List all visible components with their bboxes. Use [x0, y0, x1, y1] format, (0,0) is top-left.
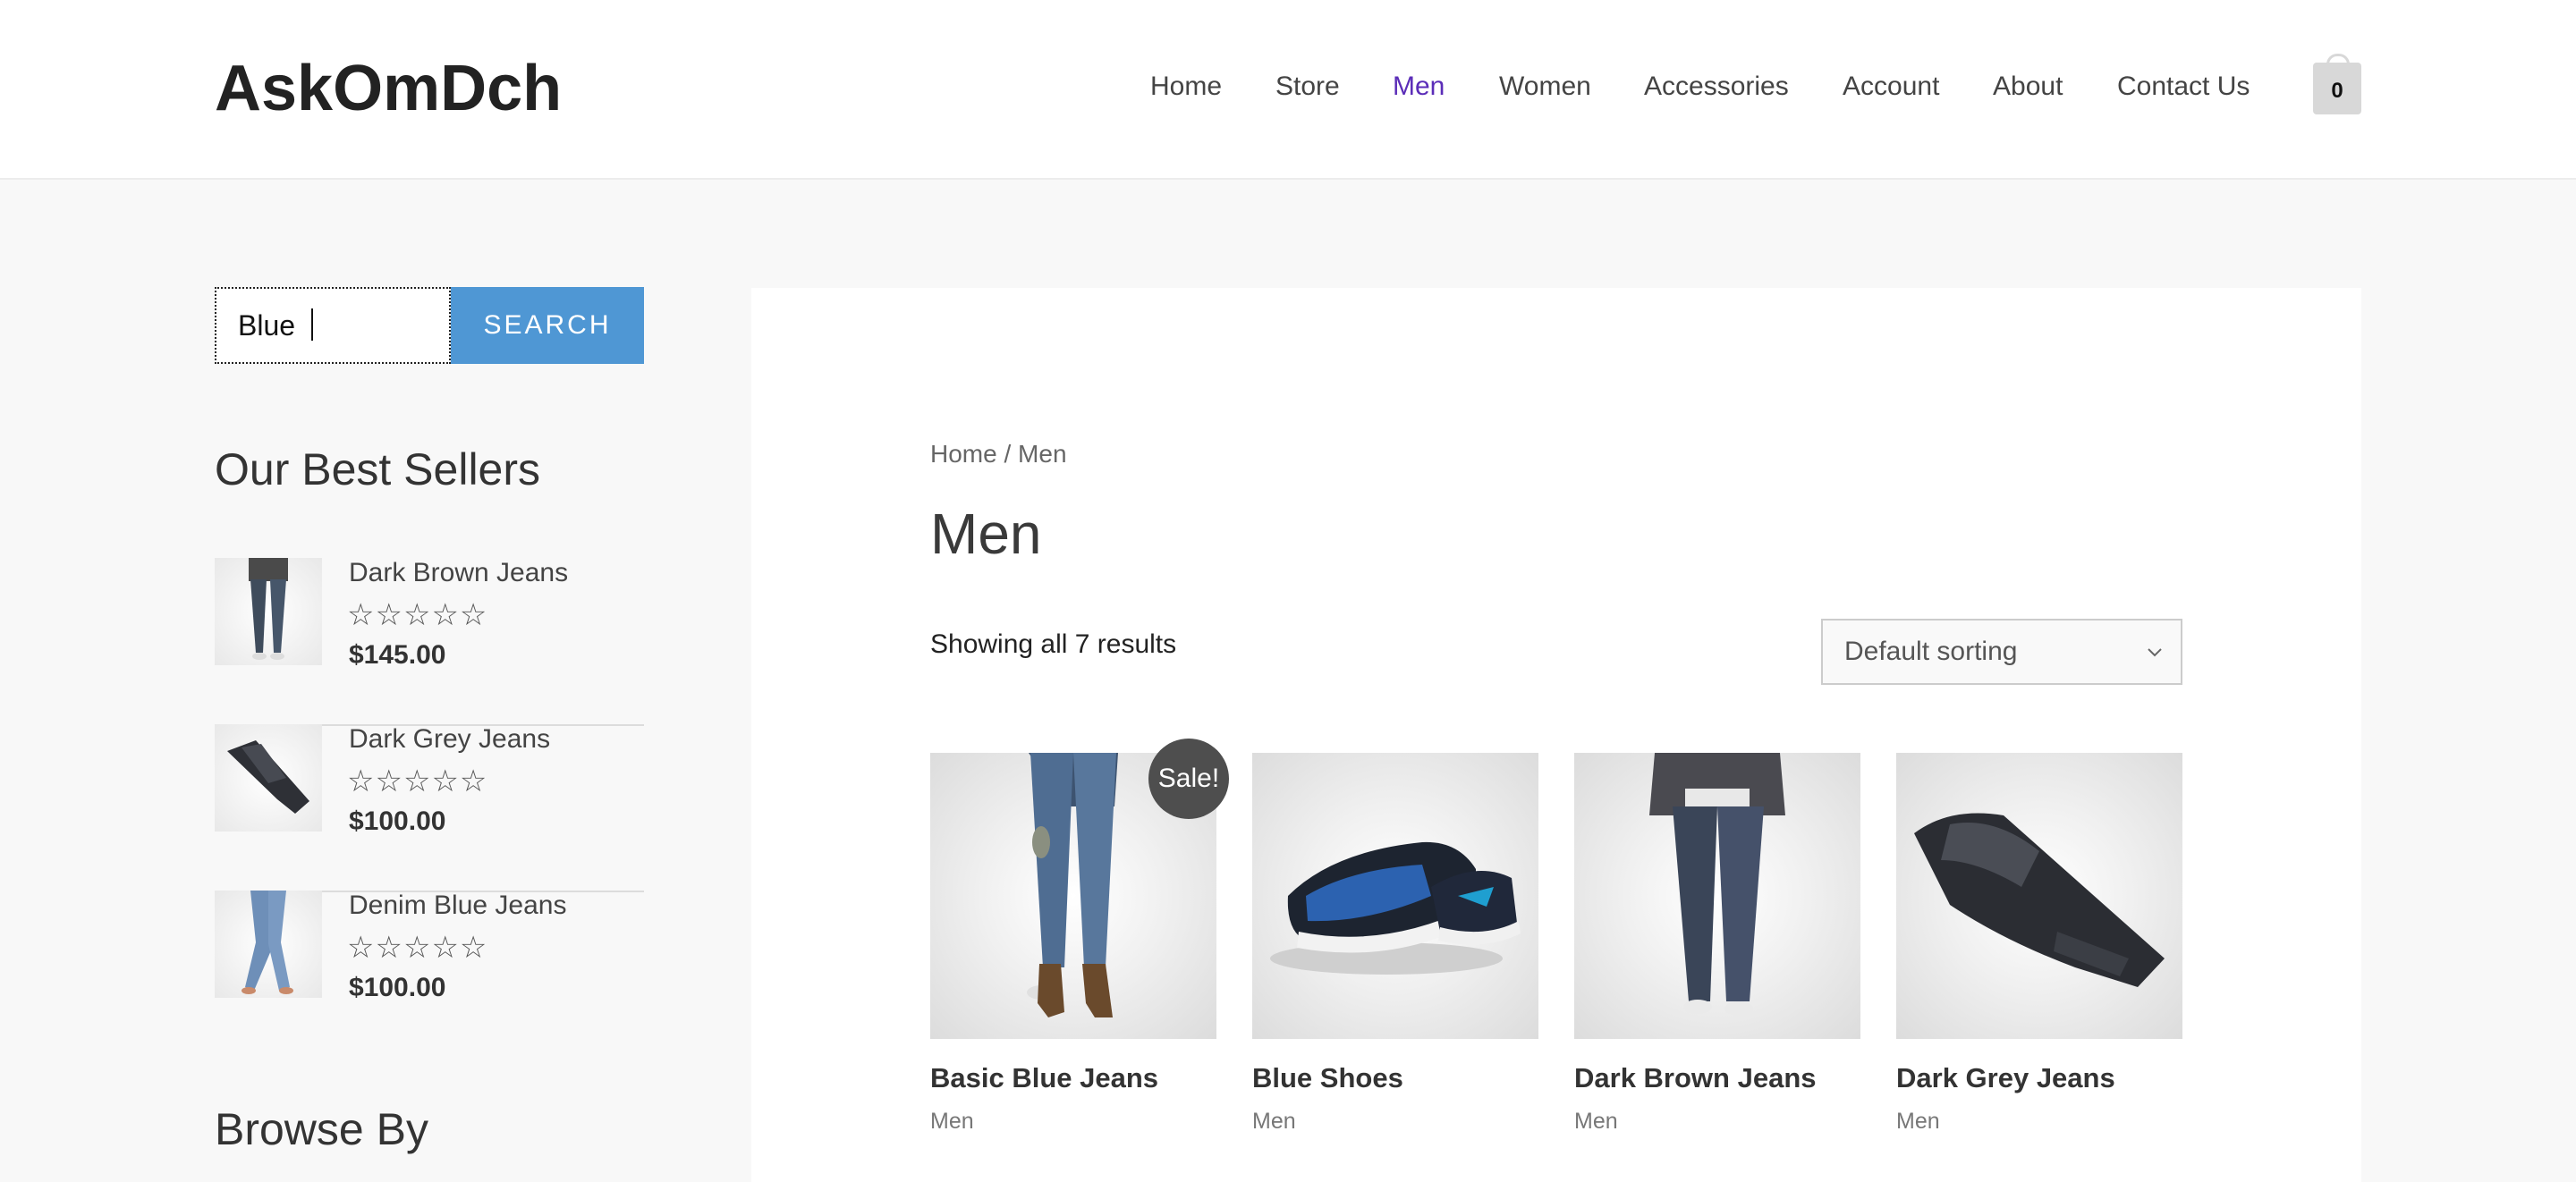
site-logo[interactable]: AskOmDch: [215, 52, 562, 125]
sorting-selected-value: Default sorting: [1844, 637, 2018, 666]
dark-brown-jeans-photo[interactable]: [1574, 753, 1860, 1039]
text-cursor: [311, 308, 313, 341]
best-sellers-title: Our Best Sellers: [215, 444, 541, 494]
best-seller-item: Denim Blue Jeans ☆☆☆☆☆ $100.00: [215, 891, 644, 1057]
sorting-select[interactable]: Default sorting: [1821, 619, 2182, 685]
page-title: Men: [930, 502, 1042, 566]
nav-item-home[interactable]: Home: [1150, 72, 1222, 102]
star-rating: ☆☆☆☆☆: [347, 598, 488, 632]
best-seller-item: Dark Brown Jeans ☆☆☆☆☆ $145.00: [215, 558, 644, 726]
chevron-down-icon: [2145, 637, 2165, 676]
best-seller-price: $100.00: [349, 973, 446, 1002]
best-seller-item: Dark Grey Jeans ☆☆☆☆☆ $100.00: [215, 724, 644, 892]
best-seller-name[interactable]: Dark Brown Jeans: [349, 558, 568, 588]
search-button[interactable]: SEARCH: [451, 287, 644, 364]
breadcrumb-current: Men: [1018, 440, 1067, 468]
main-content-card: [751, 288, 2361, 1182]
nav-item-store[interactable]: Store: [1275, 72, 1340, 102]
denim-blue-jeans-thumb[interactable]: [215, 891, 322, 998]
site-header: AskOmDch Home Store Men Women Accessorie…: [0, 0, 2576, 180]
product-name[interactable]: Dark Grey Jeans: [1896, 1062, 2115, 1094]
product-name[interactable]: Dark Brown Jeans: [1574, 1062, 1817, 1094]
product-name[interactable]: Blue Shoes: [1252, 1062, 1403, 1094]
nav-item-about[interactable]: About: [1993, 72, 2063, 102]
product-category: Men: [1896, 1109, 1940, 1134]
best-seller-price: $100.00: [349, 806, 446, 836]
dark-grey-jeans-thumb[interactable]: [215, 724, 322, 832]
product-category: Men: [930, 1109, 974, 1134]
search-input[interactable]: [215, 287, 451, 364]
best-seller-name[interactable]: Denim Blue Jeans: [349, 891, 566, 921]
nav-item-men[interactable]: Men: [1393, 72, 1445, 102]
dark-grey-jeans-photo[interactable]: [1896, 753, 2182, 1039]
star-rating: ☆☆☆☆☆: [347, 764, 488, 798]
product-category: Men: [1252, 1109, 1296, 1134]
star-rating: ☆☆☆☆☆: [347, 931, 488, 965]
breadcrumb-separator: /: [996, 440, 1019, 468]
cart-count: 0: [2331, 79, 2343, 103]
nav-item-account[interactable]: Account: [1843, 72, 1939, 102]
result-count: Showing all 7 results: [930, 629, 1177, 659]
best-seller-name[interactable]: Dark Grey Jeans: [349, 724, 550, 755]
breadcrumb-home-link[interactable]: Home: [930, 440, 997, 468]
dark-brown-jeans-thumb[interactable]: [215, 558, 322, 665]
browse-by-title: Browse By: [215, 1104, 428, 1154]
blue-shoes-photo[interactable]: [1252, 753, 1538, 1039]
product-name[interactable]: Basic Blue Jeans: [930, 1062, 1158, 1094]
product-category: Men: [1574, 1109, 1618, 1134]
breadcrumb: Home / Men: [930, 440, 1067, 469]
nav-item-contact-us[interactable]: Contact Us: [2117, 72, 2250, 102]
nav-item-women[interactable]: Women: [1499, 72, 1591, 102]
cart-button[interactable]: 0: [2313, 54, 2361, 114]
sale-badge: Sale!: [1148, 739, 1229, 819]
nav-item-accessories[interactable]: Accessories: [1644, 72, 1789, 102]
best-seller-price: $145.00: [349, 640, 446, 670]
